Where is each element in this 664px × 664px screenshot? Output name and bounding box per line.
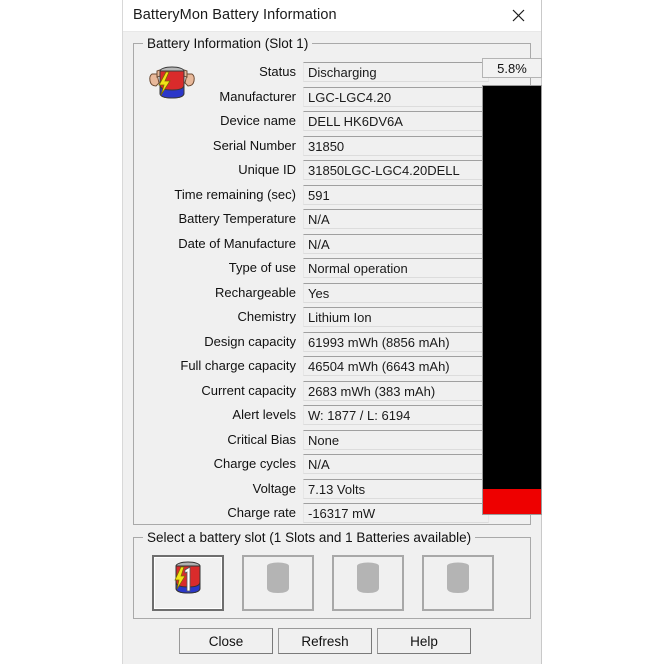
refresh-button[interactable]: Refresh (278, 628, 372, 654)
field-label: Manufacturer (219, 88, 296, 104)
field-value[interactable]: 31850LGC-LGC4.20DELL (303, 160, 489, 180)
field-label: Rechargeable (215, 284, 296, 300)
field-label: Time remaining (sec) (174, 186, 296, 202)
batterymon-window: BatteryMon Battery Information Battery I… (122, 0, 542, 664)
field-row: Serial Number 31850 (148, 135, 492, 158)
field-label: Voltage (252, 480, 296, 496)
field-value[interactable]: 2683 mWh (383 mAh) (303, 380, 489, 401)
field-label: Type of use (228, 260, 296, 275)
field-row: Charge rate -16317 mW (148, 503, 492, 525)
battery-slot-group: Select a battery slot (1 Slots and 1 Bat… (133, 530, 531, 619)
field-value[interactable]: N/A (303, 454, 489, 474)
battery-slot-4[interactable] (422, 555, 494, 611)
field-label: Alert levels (232, 407, 296, 422)
battery-information-group-title: Battery Information (Slot 1) (143, 36, 313, 51)
battery-slot-group-title: Select a battery slot (1 Slots and 1 Bat… (143, 530, 476, 545)
field-row: Type of use Normal operation (148, 258, 492, 280)
field-label: Full charge capacity (180, 358, 296, 373)
field-label: Battery Temperature (178, 211, 296, 226)
battery-slot-empty-icon (439, 559, 477, 608)
field-value[interactable]: Yes (303, 282, 489, 303)
field-value[interactable]: 591 (303, 184, 489, 205)
field-label: Chemistry (237, 309, 296, 324)
close-button[interactable]: Close (179, 628, 273, 654)
gauge-fill-region (483, 489, 541, 514)
field-label: Design capacity (204, 333, 296, 349)
field-value[interactable]: 31850 (303, 135, 489, 156)
field-label: Date of Manufacture (178, 235, 296, 251)
field-row: Date of Manufacture N/A (148, 233, 492, 256)
field-row: Device name DELL HK6DV6A (148, 111, 492, 133)
battery-slot-1[interactable] (152, 555, 224, 611)
window-title: BatteryMon Battery Information (133, 7, 337, 23)
gauge-empty-region (483, 86, 541, 514)
field-value[interactable]: -16317 mW (303, 503, 489, 523)
battery-slot-3[interactable] (332, 555, 404, 611)
field-row: Charge cycles N/A (148, 454, 492, 476)
screen: BatteryMon Battery Information Battery I… (0, 0, 664, 664)
field-value[interactable]: 7.13 Volts (303, 478, 489, 499)
field-label: Critical Bias (227, 431, 296, 447)
field-label: Device name (220, 113, 296, 128)
field-value[interactable]: W: 1877 / L: 6194 (303, 405, 489, 425)
field-row: Critical Bias None (148, 429, 492, 452)
field-row: Manufacturer LGC-LGC4.20 (148, 86, 492, 109)
field-row: Design capacity 61993 mWh (8856 mAh) (148, 331, 492, 354)
field-row: Unique ID 31850LGC-LGC4.20DELL (148, 160, 492, 182)
field-label: Current capacity (201, 382, 296, 398)
field-value[interactable]: Discharging (303, 62, 489, 82)
field-value[interactable]: Normal operation (303, 258, 489, 278)
field-value[interactable]: N/A (303, 233, 489, 254)
field-row: Status Discharging (148, 62, 492, 84)
field-row: Full charge capacity 46504 mWh (6643 mAh) (148, 356, 492, 378)
battery-slot-2[interactable] (242, 555, 314, 611)
field-row: Time remaining (sec) 591 (148, 184, 492, 207)
field-label: Serial Number (212, 137, 296, 153)
field-label: Status (259, 64, 296, 79)
field-value[interactable]: None (303, 429, 489, 450)
battery-information-group: Battery Information (Slot 1) Status Disc… (133, 36, 542, 525)
field-row: Chemistry Lithium Ion (148, 307, 492, 329)
battery-slot-empty-icon (259, 559, 297, 608)
field-value[interactable]: LGC-LGC4.20 (303, 86, 489, 107)
close-icon[interactable] (495, 0, 541, 31)
field-label: Charge rate (227, 505, 296, 520)
battery-slot-1-icon (169, 559, 207, 608)
field-row: Rechargeable Yes (148, 282, 492, 305)
battery-percent-readout: 5.8% (482, 58, 542, 78)
field-value[interactable]: N/A (303, 209, 489, 229)
help-button[interactable]: Help (377, 628, 471, 654)
field-label: Charge cycles (213, 456, 296, 471)
title-bar: BatteryMon Battery Information (123, 0, 541, 32)
field-row: Voltage 7.13 Volts (148, 478, 492, 501)
field-row: Battery Temperature N/A (148, 209, 492, 231)
field-row: Alert levels W: 1877 / L: 6194 (148, 405, 492, 427)
field-label: Unique ID (238, 162, 296, 177)
field-row: Current capacity 2683 mWh (383 mAh) (148, 380, 492, 403)
field-value[interactable]: DELL HK6DV6A (303, 111, 489, 131)
battery-slot-empty-icon (349, 559, 387, 608)
field-value[interactable]: 61993 mWh (8856 mAh) (303, 331, 489, 352)
field-value[interactable]: Lithium Ion (303, 307, 489, 327)
field-value[interactable]: 46504 mWh (6643 mAh) (303, 356, 489, 376)
battery-level-gauge (482, 85, 542, 515)
